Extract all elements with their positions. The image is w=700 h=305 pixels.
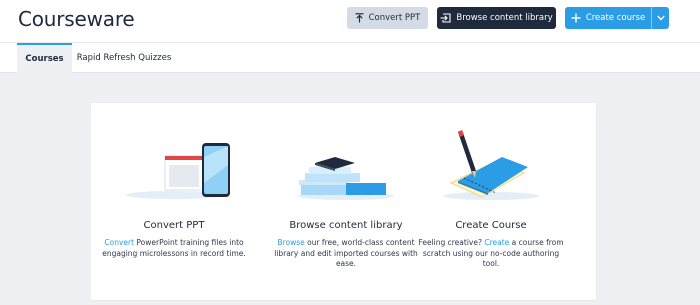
create-course-title: Create Course <box>455 220 527 231</box>
upload-icon <box>355 13 364 23</box>
top-bar: Courseware Convert PPT Browse content li… <box>0 0 700 42</box>
convert-ppt-button[interactable]: Convert PPT <box>347 7 428 29</box>
create-course-label: Create course <box>585 13 646 23</box>
create-course-option: Create Course Feeling creative? Create a… <box>416 103 566 300</box>
tab-courses[interactable]: Courses <box>17 43 72 73</box>
convert-ppt-label: Convert PPT <box>368 13 421 23</box>
page-title: Courseware <box>18 7 135 31</box>
phone-slides-illustration <box>126 143 230 199</box>
browse-library-title: Browse content library <box>289 220 403 231</box>
tab-bar: Courses Rapid Refresh Quizzes <box>0 42 700 73</box>
create-course-dropdown-button[interactable] <box>651 7 669 29</box>
import-icon <box>440 13 451 23</box>
browse-link[interactable]: Browse <box>277 238 304 247</box>
browse-library-description: Browse our free, world-class content lib… <box>271 238 421 270</box>
books-illustration <box>298 157 394 200</box>
create-course-button[interactable]: Create course <box>565 7 651 29</box>
browse-content-library-button[interactable]: Browse content library <box>437 7 556 29</box>
browse-library-option: Browse content library Browse our free, … <box>271 103 421 300</box>
create-course-text-before: Feeling creative? <box>418 238 485 247</box>
tab-rapid-refresh-quizzes[interactable]: Rapid Refresh Quizzes <box>76 43 172 73</box>
notebook-pencil-illustration <box>443 130 539 200</box>
create-course-description: Feeling creative? Create a course from s… <box>416 238 566 270</box>
chevron-down-icon <box>656 15 665 21</box>
getting-started-card: Convert PPT Convert PowerPoint training … <box>91 103 596 300</box>
convert-ppt-description: Convert PowerPoint training files into e… <box>99 238 249 259</box>
create-link[interactable]: Create <box>484 238 509 247</box>
browse-content-library-label: Browse content library <box>456 13 553 23</box>
plus-icon <box>571 13 581 23</box>
convert-ppt-option: Convert PPT Convert PowerPoint training … <box>99 103 249 300</box>
convert-ppt-title: Convert PPT <box>143 220 205 231</box>
convert-link[interactable]: Convert <box>104 238 134 247</box>
